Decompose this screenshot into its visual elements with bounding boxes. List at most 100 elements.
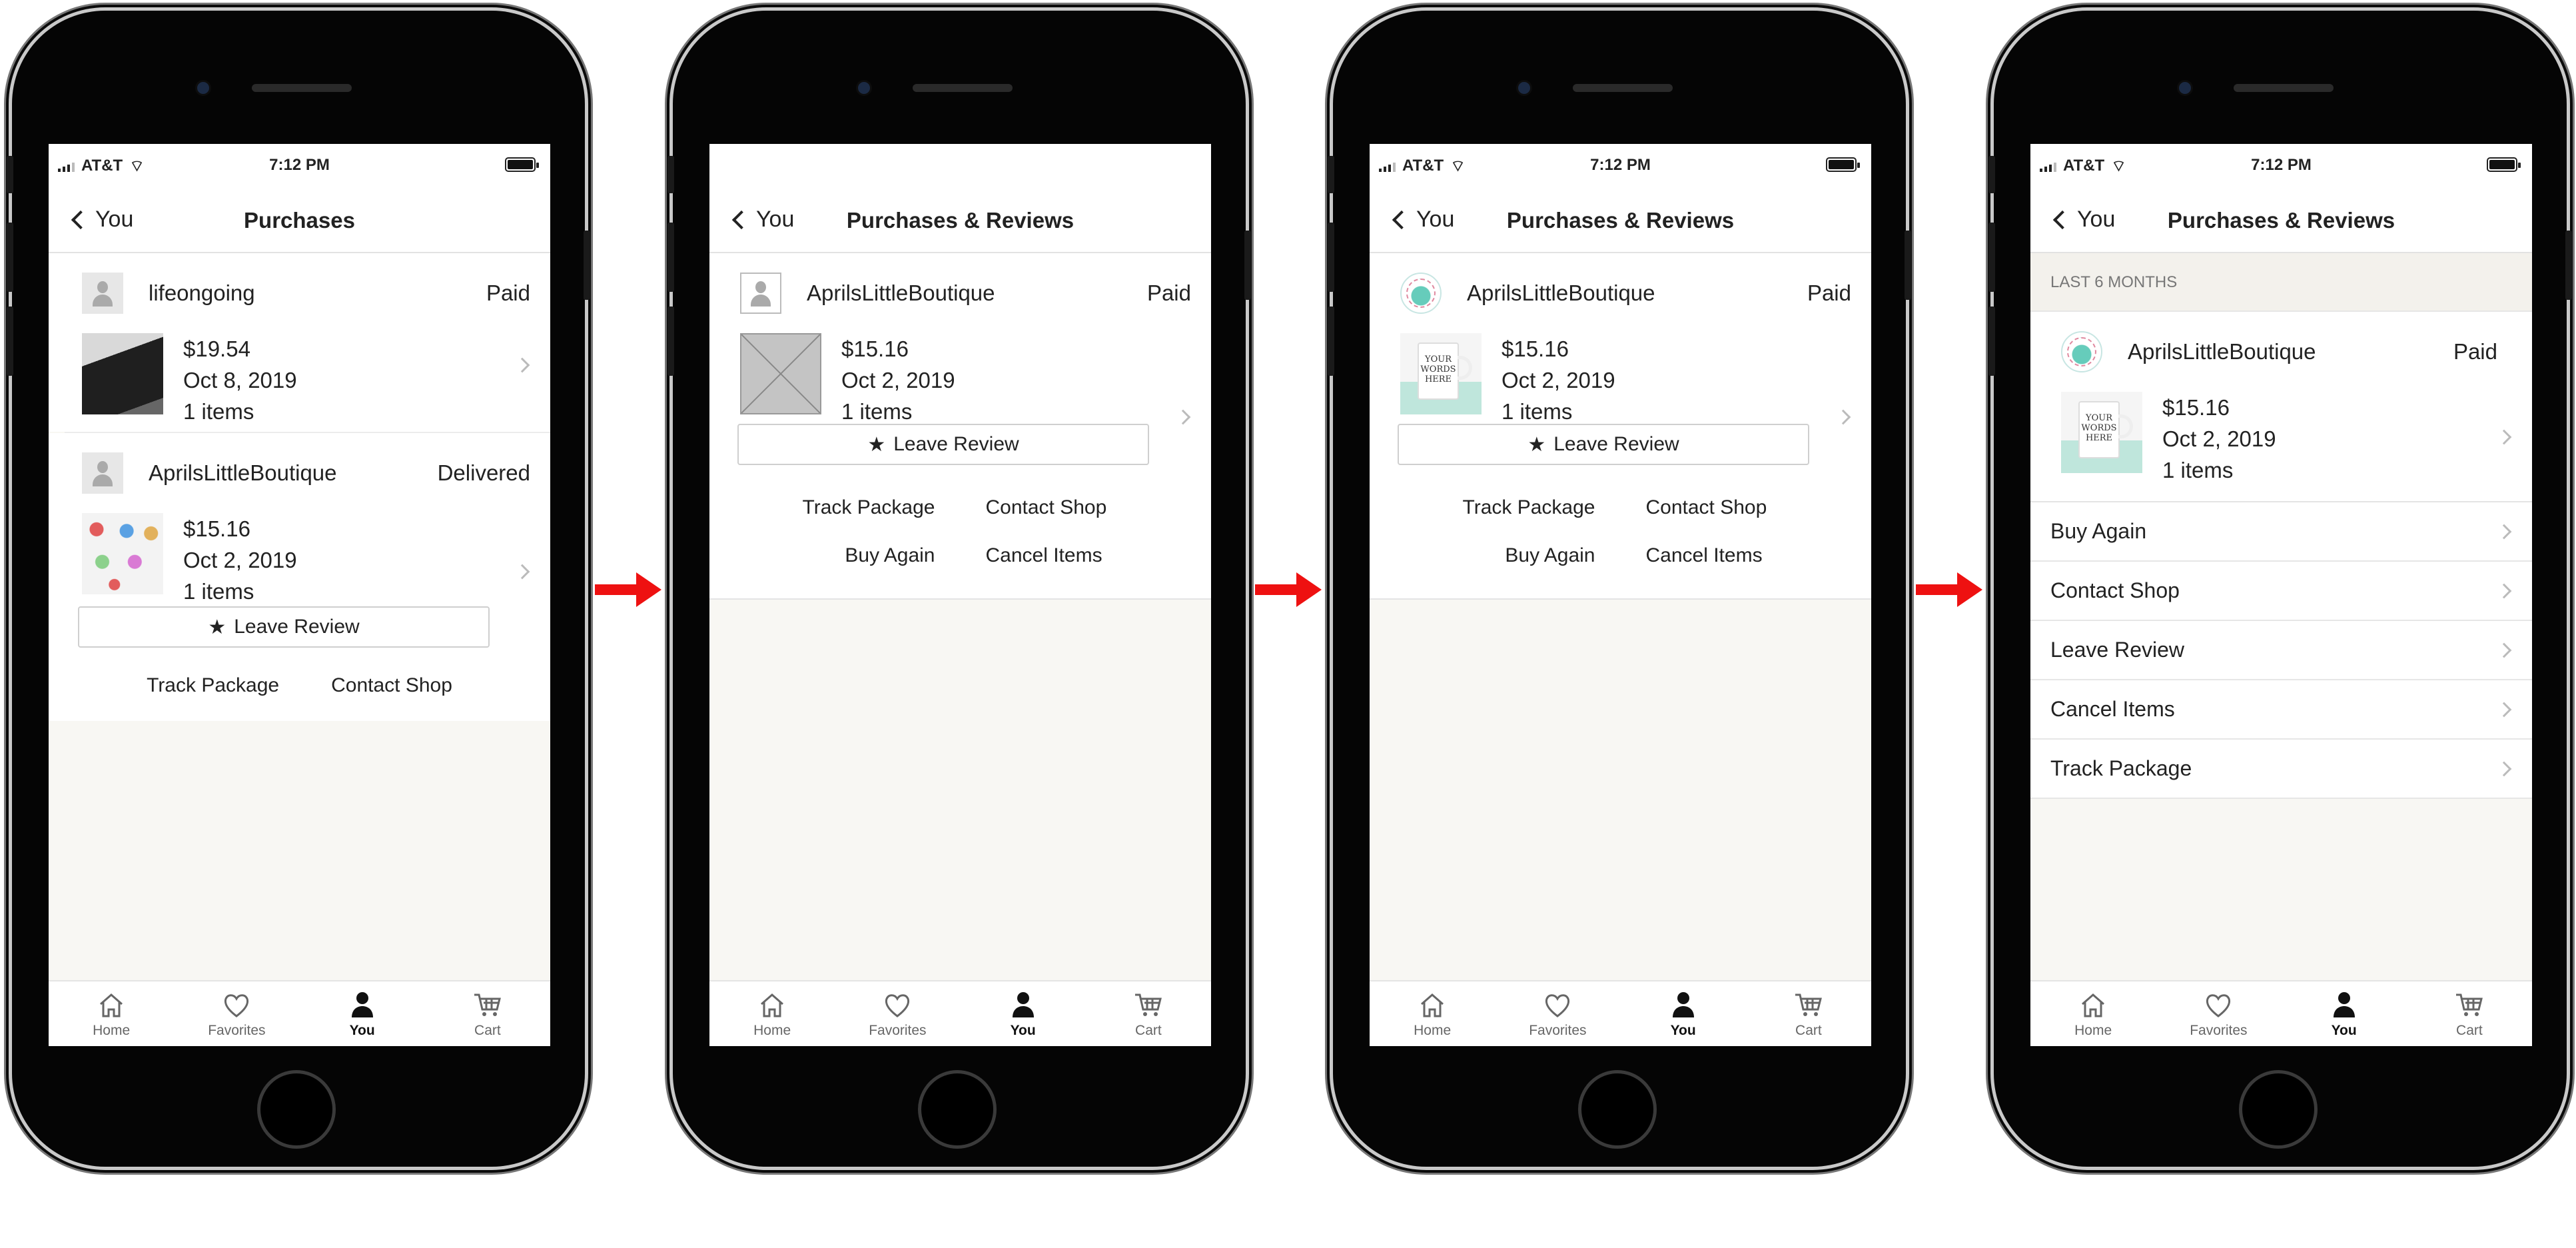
order-price: $15.16 (1502, 336, 1569, 361)
shop-avatar (740, 273, 781, 314)
product-thumbnail (82, 513, 163, 594)
tab-home[interactable]: Home (49, 981, 174, 1046)
order-card[interactable]: AprilsLittleBoutique Delivered $15.16 Oc… (49, 433, 550, 721)
order-item-count: 1 items (183, 579, 254, 604)
shop-name: AprilsLittleBoutique (149, 460, 337, 485)
menu-cancel-items[interactable]: Cancel Items (2030, 680, 2532, 740)
order-date: Oct 8, 2019 (183, 368, 297, 392)
order-list: lifeongoing Paid $19.54 Oct 8, 2019 1 it… (49, 253, 550, 721)
product-thumbnail (82, 333, 163, 414)
image-placeholder-icon (740, 333, 821, 414)
battery-icon (1826, 157, 1860, 172)
cancel-items-link[interactable]: Cancel Items (1621, 532, 1871, 580)
tab-you[interactable]: You (2282, 981, 2407, 1046)
order-actions: Track Package Contact Shop Buy Again Can… (709, 465, 1211, 580)
person-icon (1012, 992, 1034, 1017)
flow-arrow (595, 572, 661, 607)
home-button[interactable] (918, 1070, 997, 1149)
track-package-link[interactable]: Track Package (147, 674, 279, 697)
menu-contact-shop[interactable]: Contact Shop (2030, 562, 2532, 621)
order-card[interactable]: AprilsLittleBoutique Paid $15.16 Oct 2, … (709, 253, 1211, 600)
menu-leave-review[interactable]: Leave Review (2030, 621, 2532, 680)
star-icon: ★ (867, 433, 886, 456)
order-list: AprilsLittleBoutique Paid $15.16 Oct 2, … (709, 253, 1211, 600)
shop-name: AprilsLittleBoutique (2128, 339, 2316, 364)
tab-bar: Home Favorites You Cart (1370, 980, 1871, 1046)
flow-arrow (1255, 572, 1322, 607)
tab-cart[interactable]: Cart (1086, 981, 1211, 1046)
tab-favorites[interactable]: Favorites (174, 981, 299, 1046)
order-item-count: 1 items (1502, 399, 1573, 424)
order-status: Paid (486, 281, 530, 305)
tab-you[interactable]: You (961, 981, 1086, 1046)
order-card[interactable]: AprilsLittleBoutique Paid YOUR WORDS HER… (2030, 312, 2532, 502)
tab-cart[interactable]: Cart (425, 981, 550, 1046)
mug-print: YOUR WORDS HERE (1418, 342, 1459, 400)
chevron-right-icon (2496, 702, 2512, 718)
phone-frame-1: AT&T ⌔ 7:12 PM You Purchases lifeongoing … (7, 11, 590, 1167)
tab-favorites[interactable]: Favorites (835, 981, 960, 1046)
chevron-right-icon (2496, 642, 2512, 658)
menu-track-package[interactable]: Track Package (2030, 740, 2532, 799)
leave-review-button[interactable]: ★ Leave Review (1398, 424, 1809, 465)
buy-again-link[interactable]: Buy Again (1370, 532, 1621, 580)
order-date: Oct 2, 2019 (841, 368, 955, 392)
home-button[interactable] (257, 1070, 336, 1149)
tab-cart[interactable]: Cart (1746, 981, 1871, 1046)
order-date: Oct 2, 2019 (1502, 368, 1615, 392)
chevron-right-icon[interactable] (514, 357, 530, 373)
order-card[interactable]: lifeongoing Paid $19.54 Oct 8, 2019 1 it… (49, 253, 550, 432)
contact-shop-link[interactable]: Contact Shop (331, 674, 452, 697)
star-icon: ★ (1527, 433, 1546, 456)
tab-you[interactable]: You (1621, 981, 1746, 1046)
cart-icon (474, 993, 501, 1016)
heart-icon (2206, 994, 2231, 1017)
contact-shop-link[interactable]: Contact Shop (1621, 484, 1871, 532)
order-actions: Track Package Contact Shop (49, 648, 550, 697)
menu-buy-again[interactable]: Buy Again (2030, 502, 2532, 562)
track-package-link[interactable]: Track Package (710, 484, 961, 532)
track-package-link[interactable]: Track Package (1370, 484, 1621, 532)
earpiece-speaker (913, 84, 1013, 92)
tab-cart[interactable]: Cart (2407, 981, 2532, 1046)
phone-frame-2: You Purchases & Reviews AprilsLittleBout… (667, 11, 1251, 1167)
page-title: Purchases & Reviews (1506, 208, 1735, 233)
chevron-right-icon[interactable] (514, 564, 530, 580)
status-bar: AT&T ⌔ 7:12 PM (49, 144, 550, 188)
phone-frame-4: AT&T ⌔ 7:12 PM You Purchases & Reviews LA… (1988, 11, 2572, 1167)
tab-favorites[interactable]: Favorites (1495, 981, 1620, 1046)
tab-home[interactable]: Home (2030, 981, 2156, 1046)
tab-favorites[interactable]: Favorites (2156, 981, 2281, 1046)
shop-logo (1400, 273, 1442, 314)
contact-shop-link[interactable]: Contact Shop (961, 484, 1211, 532)
chevron-right-icon[interactable] (2496, 429, 2512, 445)
nav-bar: You Purchases & Reviews (1370, 188, 1871, 253)
order-card[interactable]: AprilsLittleBoutique Paid YOUR WORDS HER… (1370, 253, 1871, 600)
star-icon: ★ (208, 616, 226, 638)
screen-purchases-reviews-wireframe: You Purchases & Reviews AprilsLittleBout… (709, 144, 1211, 1046)
home-button[interactable] (1578, 1070, 1657, 1149)
order-date: Oct 2, 2019 (2162, 426, 2276, 451)
screen-purchases-reviews: AT&T ⌔ 7:12 PM You Purchases & Reviews Ap… (1370, 144, 1871, 1046)
home-button[interactable] (2239, 1070, 2318, 1149)
tab-home[interactable]: Home (1370, 981, 1495, 1046)
home-icon (100, 993, 123, 1017)
tab-you[interactable]: You (300, 981, 425, 1046)
nav-bar: You Purchases (49, 188, 550, 253)
buy-again-link[interactable]: Buy Again (710, 532, 961, 580)
cancel-items-link[interactable]: Cancel Items (961, 532, 1211, 580)
shop-avatar (82, 452, 123, 494)
leave-review-button[interactable]: ★ Leave Review (737, 424, 1149, 465)
chevron-right-icon[interactable] (1835, 409, 1851, 425)
home-icon (2082, 993, 2105, 1017)
shop-logo (2061, 331, 2102, 372)
shop-avatar (82, 273, 123, 314)
order-item-count: 1 items (183, 399, 254, 424)
tab-bar: Home Favorites You Cart (2030, 980, 2532, 1046)
chevron-right-icon[interactable] (1175, 409, 1191, 425)
clock: 7:12 PM (1590, 156, 1651, 174)
leave-review-button[interactable]: ★ Leave Review (78, 606, 490, 648)
tab-home[interactable]: Home (709, 981, 835, 1046)
tab-bar: Home Favorites You Cart (709, 980, 1211, 1046)
front-camera (1516, 80, 1532, 96)
